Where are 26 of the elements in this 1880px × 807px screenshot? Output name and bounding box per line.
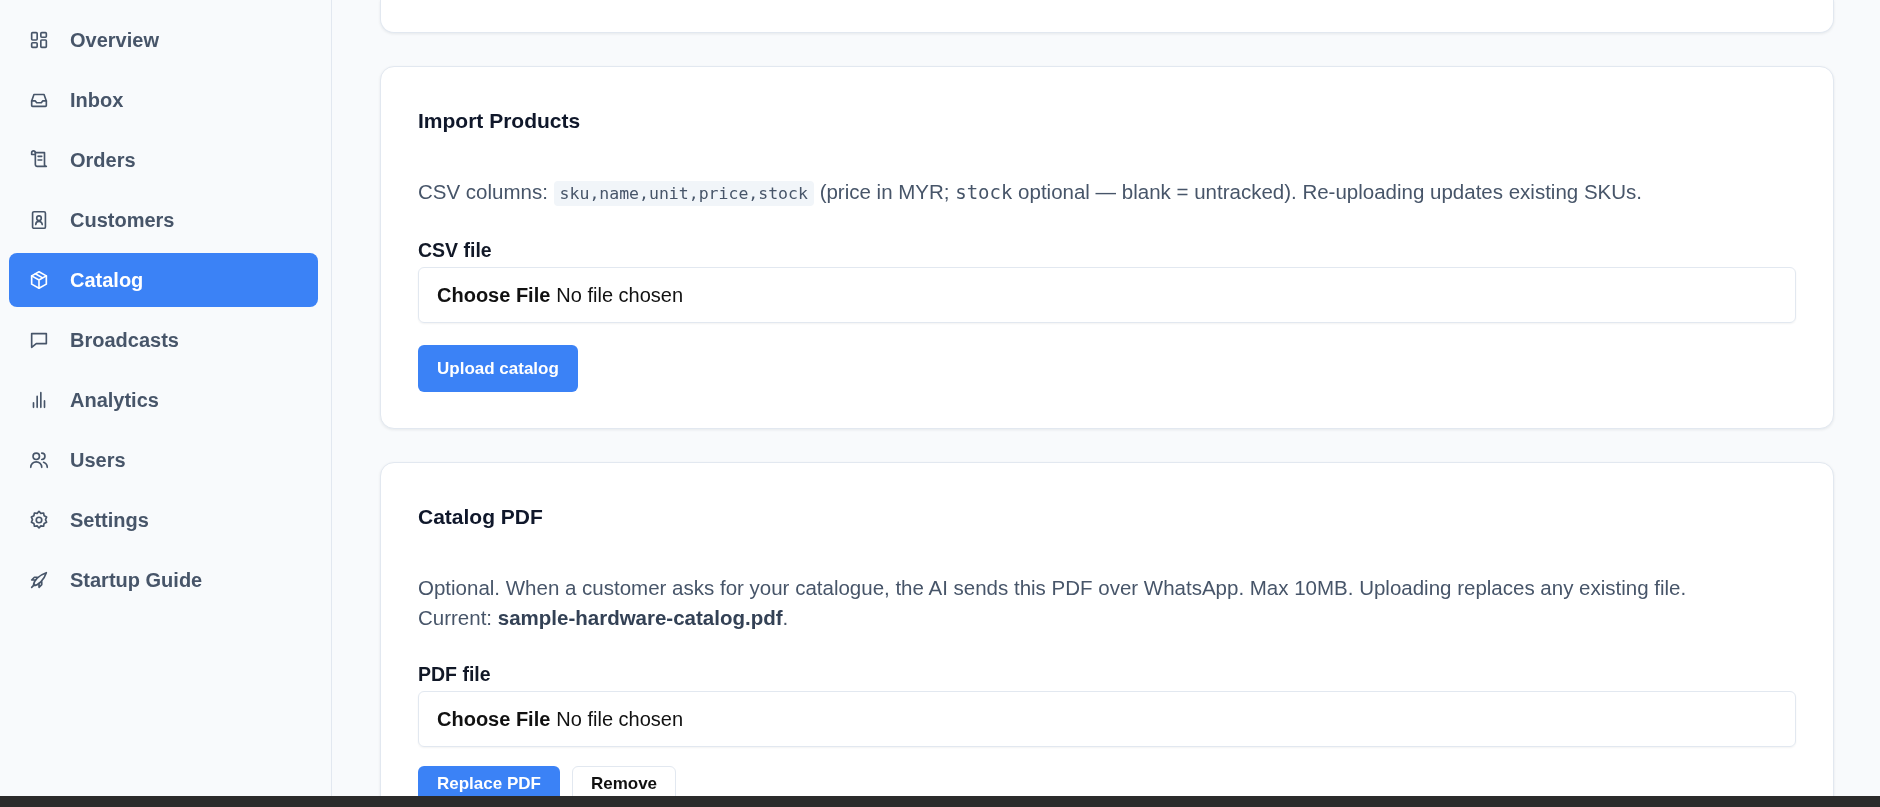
- nav-item[interactable]: Overview: [9, 13, 318, 67]
- nav-item[interactable]: Customers: [9, 193, 318, 247]
- file-input[interactable]: Choose File No file chosen: [418, 267, 1796, 323]
- field-label: CSV file: [418, 239, 493, 262]
- replace-button[interactable]: Replace PDF: [418, 766, 560, 796]
- nav-item[interactable]: Startup Guide: [9, 553, 318, 607]
- card-title: Import Products: [418, 108, 582, 134]
- nav-item[interactable]: Settings: [9, 493, 318, 547]
- description-text: CSV columns: sku,name,unit,price,stock (price in MYR; stock optional — blank = untracked). Re-uploading updates existing SKUs.: [418, 177, 1796, 209]
- box-icon: [28, 269, 50, 291]
- field-label: PDF file: [418, 663, 492, 686]
- nav-item[interactable]: Broadcasts: [9, 313, 318, 367]
- users-icon: [28, 449, 50, 471]
- file-input[interactable]: Choose File No file chosen: [418, 691, 1796, 747]
- nav-item[interactable]: Inbox: [9, 73, 318, 127]
- nav-item[interactable]: Analytics: [9, 373, 318, 427]
- remove-button[interactable]: Remove: [571, 766, 677, 796]
- nav-item[interactable]: Orders: [9, 133, 318, 187]
- upload-button[interactable]: Upload catalog: [418, 345, 578, 392]
- card-title: Catalog PDF: [418, 504, 544, 530]
- description-text: Optional. When a customer asks for your catalogue, the AI sends this PDF over WhatsApp. Max 10MB. Uploading replaces any existing file. Current: sample-hardware-catalog.pdf.: [418, 575, 1688, 631]
- grid-icon: [28, 29, 50, 51]
- rocket-icon: [28, 569, 50, 591]
- gear-icon: [28, 509, 50, 531]
- nav-item[interactable]: Users: [9, 433, 318, 487]
- nav-item[interactable]: Catalog: [9, 253, 318, 307]
